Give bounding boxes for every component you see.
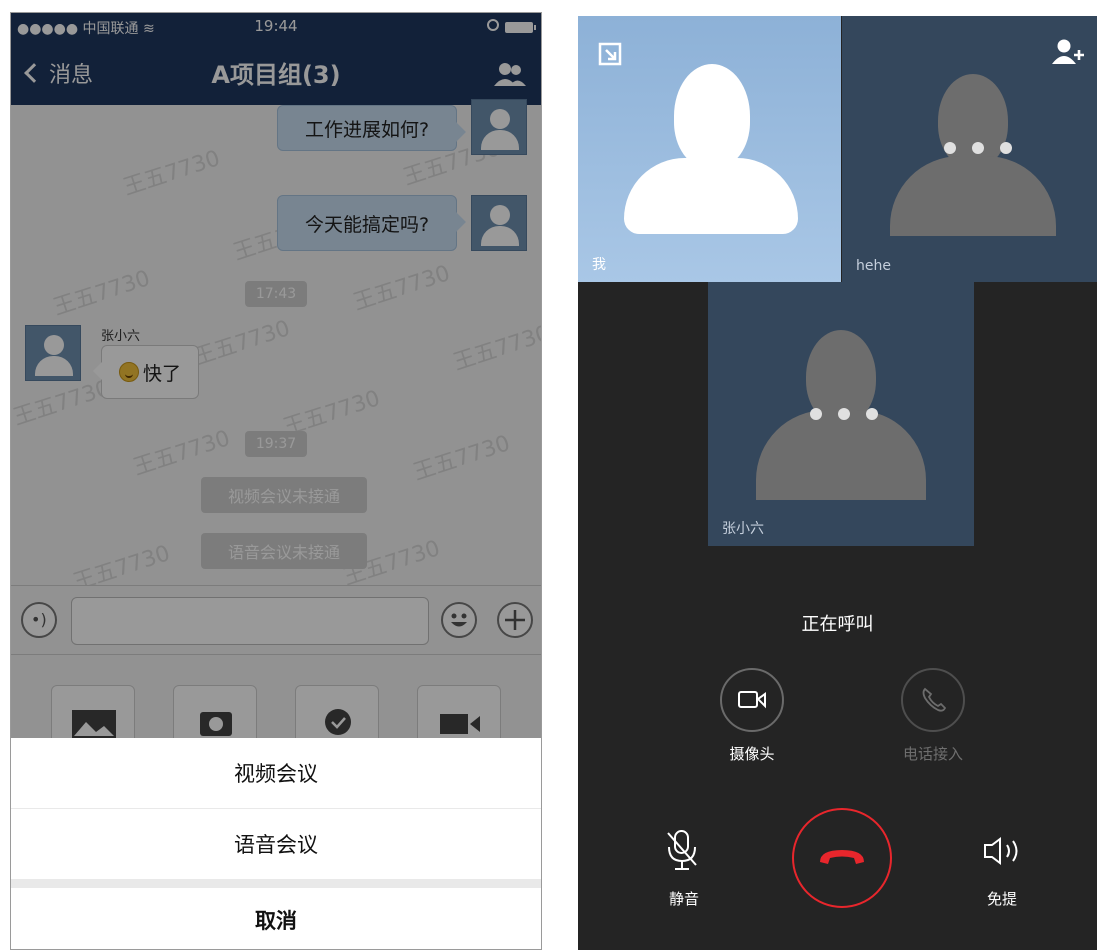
participant-tile-me[interactable]: 我 (578, 16, 841, 282)
participant-tile-zhangxiaoliu[interactable]: 张小六 (708, 282, 974, 546)
call-status-text: 正在呼叫 (801, 614, 874, 635)
avatar-silhouette-body (756, 410, 926, 500)
connecting-dots (810, 408, 878, 420)
voice-meeting-option[interactable]: 语音会议 (11, 809, 541, 879)
avatar-silhouette-head (674, 64, 750, 168)
participant-name: hehe (856, 258, 891, 274)
camera-label: 摄像头 (729, 745, 775, 763)
participant-name: 我 (592, 257, 606, 273)
avatar-silhouette-body (624, 158, 798, 234)
phone-dial-in-button[interactable] (901, 668, 965, 732)
mute-label: 静音 (668, 890, 699, 908)
phone-icon (922, 687, 947, 712)
hang-up-phone-icon (820, 850, 864, 864)
phone-dial-in-label: 电话接入 (902, 745, 963, 763)
add-participant-icon[interactable] (1052, 38, 1086, 66)
participant-name: 张小六 (722, 521, 764, 537)
cancel-button[interactable]: 取消 (11, 888, 541, 949)
group-chat-screen: ●●●●● 中国联通 ≋ 19:44 消息 A项目组(3) 王五7730 王五7… (10, 12, 542, 950)
hang-up-button[interactable] (792, 808, 892, 908)
speaker-label: 免提 (986, 890, 1017, 908)
multi-party-call-screen: 我 hehe 张小六 正在呼叫 摄像头 电话接入 静音 免提 (578, 16, 1097, 950)
video-camera-icon (738, 691, 766, 709)
connecting-dots (944, 142, 1012, 154)
action-sheet: 视频会议 语音会议 取消 (11, 738, 541, 949)
participant-tile-hehe[interactable]: hehe (842, 16, 1097, 282)
camera-toggle-button[interactable] (720, 668, 784, 732)
avatar-silhouette-body (890, 156, 1056, 236)
microphone-muted-icon[interactable] (664, 828, 700, 872)
video-meeting-option[interactable]: 视频会议 (11, 738, 541, 808)
speaker-icon[interactable] (982, 836, 1026, 866)
minimize-window-icon[interactable] (598, 42, 622, 66)
